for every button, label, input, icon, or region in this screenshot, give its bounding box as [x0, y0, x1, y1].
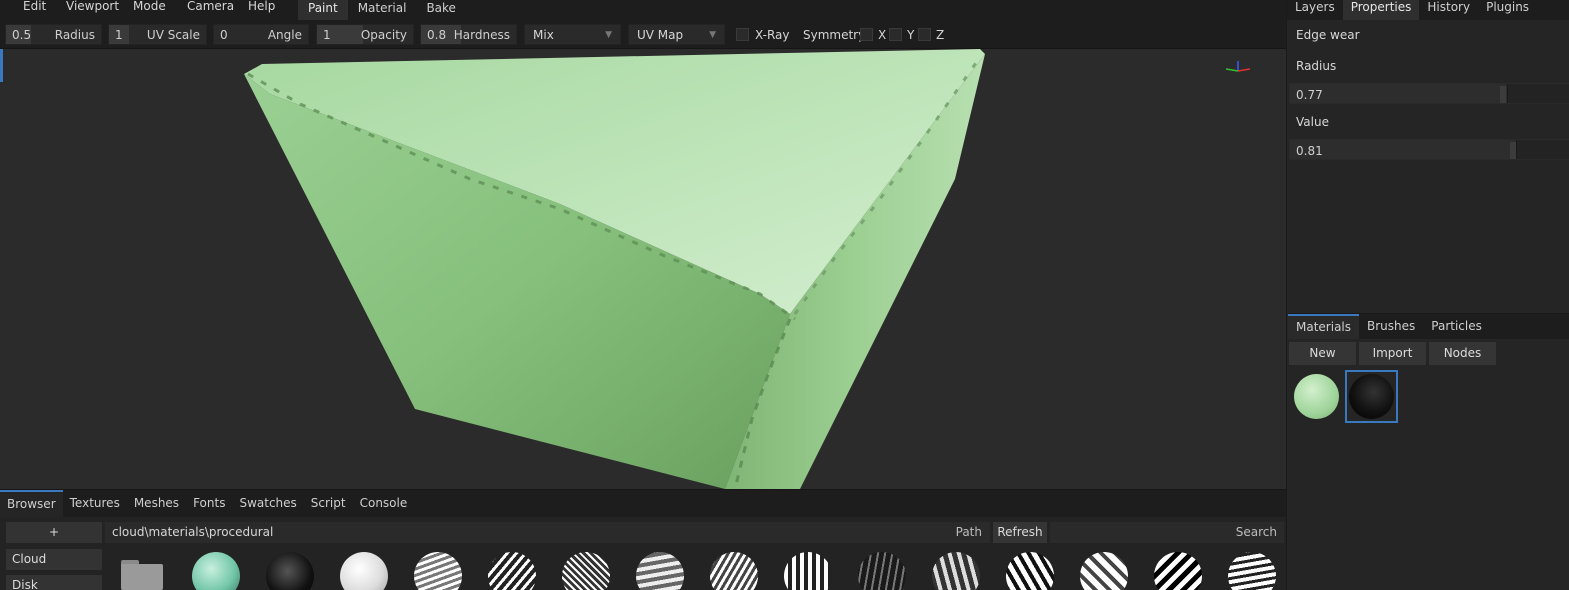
tab-material[interactable]: Material	[348, 0, 417, 20]
tab-browser[interactable]: Browser	[0, 490, 63, 517]
tab-properties[interactable]: Properties	[1342, 0, 1420, 20]
value-property-slider[interactable]: 0.81	[1289, 139, 1569, 160]
uv-scale-value: 1	[115, 27, 123, 42]
slider-handle[interactable]	[1500, 86, 1506, 103]
mode-tabs: Paint Material Bake	[298, 0, 466, 20]
xray-checkbox[interactable]	[736, 28, 749, 41]
uv-scale-label: UV Scale	[146, 27, 200, 42]
hardness-label: Hardness	[453, 27, 510, 42]
symmetry-label: Symmetry	[803, 28, 866, 42]
3d-viewport[interactable]	[0, 49, 1286, 489]
tab-paint[interactable]: Paint	[298, 0, 348, 20]
radius-value: 0.5	[12, 27, 32, 42]
right-tabs: Layers Properties History Plugins	[1287, 0, 1569, 20]
nodes-button[interactable]: Nodes	[1429, 342, 1496, 365]
paint-toolbar: 0.5 Radius 1 UV Scale 0 Angle 1 Opacity …	[0, 20, 1286, 49]
sidebar-item-cloud[interactable]: Cloud	[6, 549, 102, 570]
radius-property-label: Radius	[1296, 59, 1337, 73]
value-property-label: Value	[1296, 115, 1329, 129]
radius-label: Radius	[54, 27, 95, 42]
opacity-value: 1	[323, 27, 331, 42]
radius-slider[interactable]: 0.5 Radius	[5, 24, 102, 45]
tab-history[interactable]: History	[1419, 0, 1478, 20]
refresh-button[interactable]: Refresh	[993, 522, 1047, 543]
folder-icon[interactable]	[121, 560, 163, 590]
value-property-value: 0.81	[1296, 144, 1323, 158]
search-input[interactable]: Search	[1050, 522, 1284, 543]
symmetry-x-checkbox[interactable]	[860, 28, 873, 41]
material-swatch-selected[interactable]	[1345, 370, 1398, 423]
symmetry-x-label: X	[878, 28, 887, 42]
right-panel: Layers Properties History Plugins Edge w…	[1286, 0, 1569, 590]
new-material-button[interactable]: New	[1289, 342, 1356, 365]
mapping-value: UV Map	[637, 27, 684, 42]
sidebar-item-disk[interactable]: Disk	[6, 575, 102, 590]
tab-console[interactable]: Console	[353, 490, 415, 517]
tab-plugins[interactable]: Plugins	[1478, 0, 1537, 20]
radius-property-value: 0.77	[1296, 88, 1323, 102]
tab-fonts[interactable]: Fonts	[186, 490, 232, 517]
angle-slider[interactable]: 0 Angle	[213, 24, 309, 45]
tab-meshes[interactable]: Meshes	[127, 490, 186, 517]
import-material-button[interactable]: Import	[1359, 342, 1426, 365]
material-swatch-green[interactable]	[1294, 374, 1339, 419]
chevron-down-icon: ▼	[605, 29, 612, 40]
menu-help[interactable]: Help	[248, 0, 275, 20]
tab-script[interactable]: Script	[304, 490, 353, 517]
chevron-down-icon: ▼	[709, 29, 716, 40]
path-value: cloud\materials\procedural	[112, 525, 274, 539]
blend-mode-value: Mix	[533, 27, 554, 42]
menu-edit[interactable]: Edit	[23, 0, 46, 20]
opacity-label: Opacity	[360, 27, 407, 42]
tab-materials[interactable]: Materials	[1288, 314, 1360, 339]
tab-layers[interactable]: Layers	[1287, 0, 1343, 20]
browser-tabs: Browser Textures Meshes Fonts Swatches S…	[0, 489, 1286, 517]
tab-swatches[interactable]: Swatches	[232, 490, 303, 517]
menu-viewport[interactable]: Viewport	[66, 0, 119, 20]
symmetry-y-label: Y	[907, 28, 915, 42]
tab-particles[interactable]: Particles	[1423, 314, 1490, 339]
symmetry-z-label: Z	[936, 28, 945, 42]
radius-property-slider[interactable]: 0.77	[1289, 83, 1569, 104]
painted-cube	[0, 49, 1286, 489]
xray-label: X-Ray	[755, 28, 790, 42]
menu-mode[interactable]: Mode	[133, 0, 166, 20]
symmetry-y-checkbox[interactable]	[889, 28, 902, 41]
add-bookmark-button[interactable]: +	[6, 522, 102, 543]
angle-label: Angle	[267, 27, 302, 42]
tab-bake[interactable]: Bake	[416, 0, 466, 20]
hardness-slider[interactable]: 0.8 Hardness	[420, 24, 517, 45]
properties-title: Edge wear	[1296, 28, 1360, 42]
mapping-select[interactable]: UV Map ▼	[628, 24, 725, 45]
tab-brushes[interactable]: Brushes	[1359, 314, 1423, 339]
angle-value: 0	[220, 27, 228, 42]
menu-camera[interactable]: Camera	[187, 0, 234, 20]
blend-mode-select[interactable]: Mix ▼	[524, 24, 621, 45]
uv-scale-slider[interactable]: 1 UV Scale	[108, 24, 207, 45]
path-label: Path	[955, 525, 982, 539]
search-label: Search	[1235, 525, 1277, 539]
tab-textures[interactable]: Textures	[63, 490, 127, 517]
menu-bar: Edit Viewport Mode Camera Help	[0, 0, 1286, 20]
opacity-slider[interactable]: 1 Opacity	[316, 24, 414, 45]
symmetry-z-checkbox[interactable]	[918, 28, 931, 41]
path-input[interactable]: cloud\materials\procedural Path	[105, 522, 990, 543]
material-tabs: Materials Brushes Particles	[1288, 313, 1569, 339]
hardness-value: 0.8	[427, 27, 447, 42]
viewport-focus-marker	[0, 49, 3, 82]
